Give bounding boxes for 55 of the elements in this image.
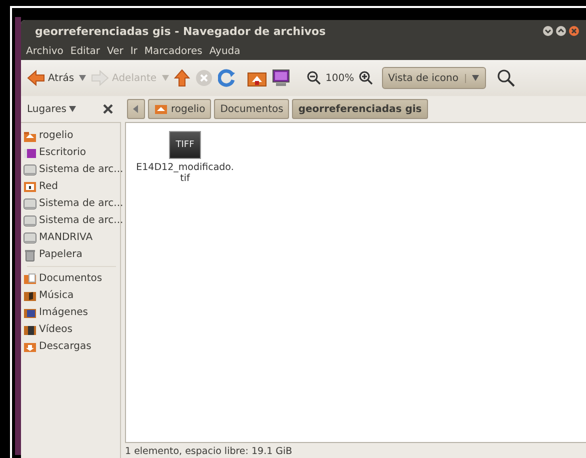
sidebar-item[interactable]: Descargas [39, 341, 92, 352]
menu-item[interactable]: Ir [129, 46, 138, 56]
caret-icon[interactable] [79, 75, 86, 81]
zoom-in-icon[interactable] [359, 71, 374, 85]
view-dropdown[interactable]: Vista de icono [382, 67, 486, 89]
menu-item[interactable]: Archivo [25, 46, 64, 56]
up-arrow-icon[interactable] [174, 69, 190, 87]
menu-item[interactable]: Marcadores [143, 46, 204, 56]
path-button[interactable]: rogelio [148, 99, 212, 119]
sidebar-item[interactable]: Sistema de arc... [39, 198, 124, 209]
sidebar-item[interactable]: Documentos [39, 273, 102, 284]
network-icon [23, 180, 37, 194]
sidebar-item[interactable]: Música [39, 290, 74, 301]
path-button[interactable]: georreferenciadas gis [292, 99, 428, 119]
sidebar-item[interactable]: Sistema de arc... [39, 164, 124, 175]
window-title: georreferenciadas gis - Navegador de archivos [35, 24, 327, 38]
menu-item[interactable]: Editar [69, 46, 101, 56]
computer-icon[interactable] [272, 69, 290, 87]
close-button[interactable] [569, 26, 579, 36]
home-folder-icon [154, 102, 168, 116]
scroll-left-button[interactable] [127, 99, 145, 119]
status-text: 1 elemento, espacio libre: 19.1 GiB [125, 446, 292, 457]
file-name[interactable]: E14D12_modificado. tif [136, 162, 234, 184]
menu-item[interactable]: Ver [106, 46, 124, 56]
sidebar-item[interactable]: Sistema de arc... [39, 215, 124, 226]
sidebar-item[interactable]: MANDRIVA [39, 232, 93, 243]
close-icon[interactable] [103, 104, 113, 114]
drive-icon [23, 162, 37, 176]
zoom-level: 100% [326, 72, 354, 84]
back-button[interactable]: Atrás [27, 70, 74, 86]
left-arrow-icon [27, 70, 45, 86]
minimize-button[interactable] [543, 26, 553, 36]
sidebar-item[interactable]: rogelio [39, 130, 74, 141]
sidebar-item[interactable]: Papelera [39, 249, 82, 260]
menu-item[interactable]: Ayuda [208, 46, 242, 56]
right-arrow-icon [91, 70, 110, 86]
path-button[interactable]: Documentos [214, 99, 290, 119]
drive-icon [23, 230, 37, 244]
caret-icon[interactable] [69, 106, 76, 112]
drive-icon [23, 214, 37, 228]
places-dropdown[interactable]: Lugares [27, 104, 66, 114]
zoom-out-icon[interactable] [306, 71, 321, 85]
sidebar-item[interactable]: Imágenes [39, 307, 88, 318]
reload-icon[interactable] [218, 69, 236, 87]
trash-icon [23, 248, 37, 262]
drive-icon [23, 196, 37, 210]
search-icon[interactable] [496, 69, 514, 87]
caret-icon[interactable] [472, 74, 478, 80]
sidebar-item[interactable]: Vídeos [39, 324, 72, 335]
maximize-button[interactable] [556, 26, 566, 36]
sidebar-item[interactable]: Red [39, 181, 58, 192]
sidebar-item[interactable]: Escritorio [39, 147, 86, 158]
documents-folder-icon [23, 272, 37, 286]
left-caret-icon [133, 105, 139, 113]
tiff-file-icon[interactable]: TIFF [169, 131, 201, 159]
